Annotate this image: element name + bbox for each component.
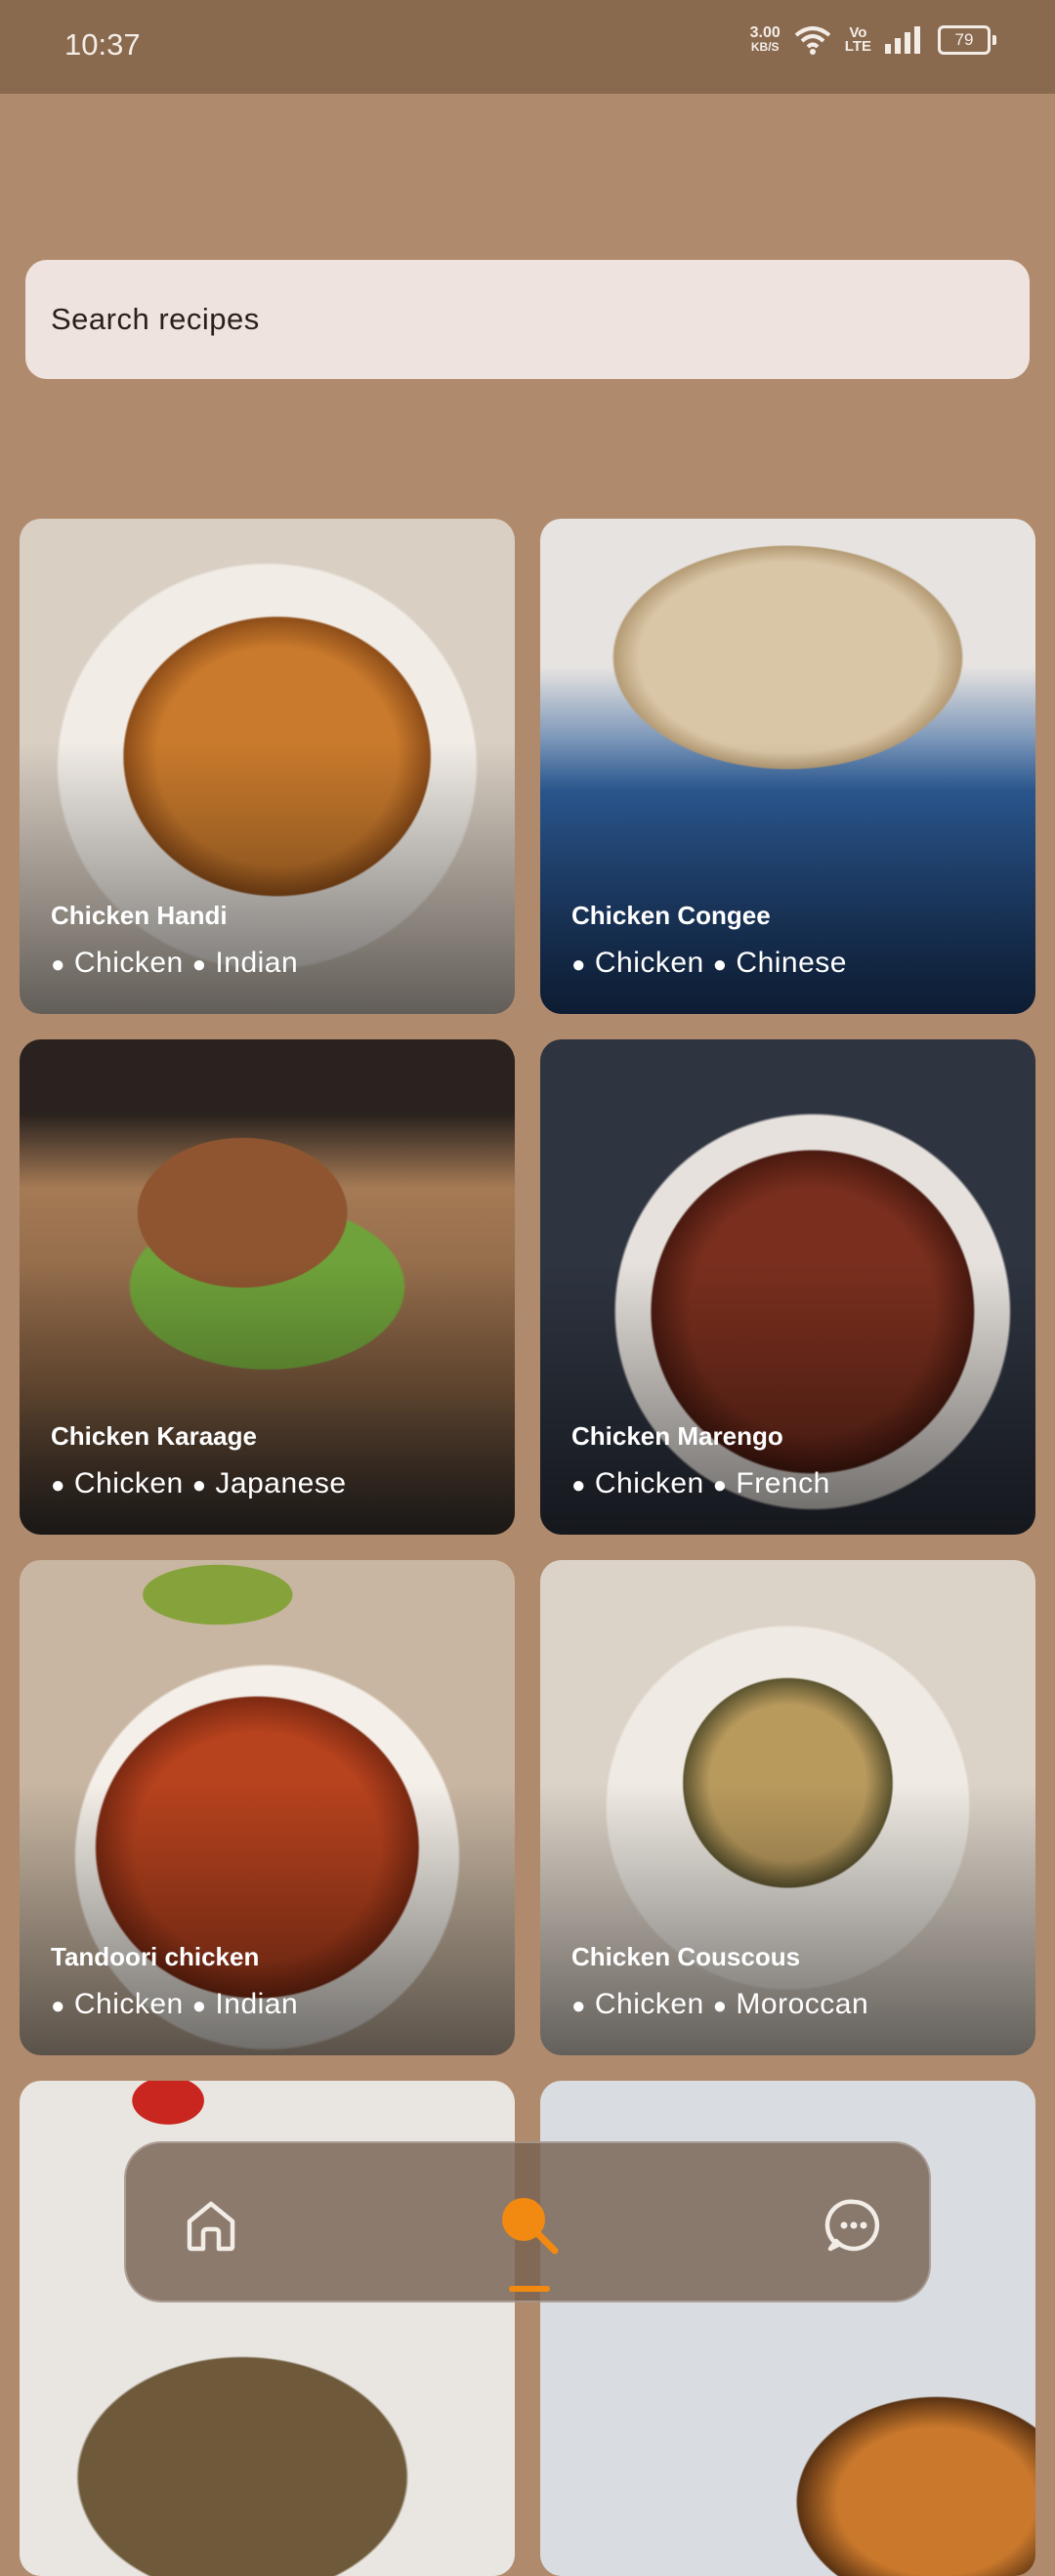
bottom-navigation xyxy=(124,2141,931,2302)
recipe-tags: ● Chicken ● Moroccan xyxy=(571,1988,868,2021)
bullet-icon: ● xyxy=(51,951,65,978)
recipe-tag: Moroccan xyxy=(736,1988,869,2020)
recipe-card-chicken-marengo[interactable]: Chicken Marengo ● Chicken ● French xyxy=(540,1039,1035,1535)
bullet-icon: ● xyxy=(51,1993,65,2019)
recipe-tag: Indian xyxy=(215,1988,299,2020)
network-speed-value: 3.00 xyxy=(749,24,781,41)
recipe-tag: Indian xyxy=(215,947,299,979)
recipe-tag: Chicken xyxy=(73,947,184,979)
status-bar: 10:37 3.00 KB/S Vo LTE 79 xyxy=(0,0,1055,94)
bullet-icon: ● xyxy=(191,951,207,978)
search-placeholder: Search recipes xyxy=(51,302,260,336)
recipe-title: Chicken Couscous xyxy=(571,1942,801,1971)
status-time: 10:37 xyxy=(64,27,141,62)
recipe-tags: ● Chicken ● French xyxy=(571,1467,830,1500)
wifi-icon xyxy=(794,26,831,55)
bullet-icon: ● xyxy=(571,951,586,978)
recipe-tag: Chicken xyxy=(594,1988,704,2020)
bullet-icon: ● xyxy=(51,1472,65,1499)
chat-icon[interactable] xyxy=(823,2194,885,2257)
recipe-card-chicken-karaage[interactable]: Chicken Karaage ● Chicken ● Japanese xyxy=(20,1039,515,1535)
bullet-icon: ● xyxy=(571,1472,586,1499)
network-speed: 3.00 KB/S xyxy=(750,25,781,55)
recipe-tags: ● Chicken ● Chinese xyxy=(571,947,847,980)
recipe-card-tandoori-chicken[interactable]: Tandoori chicken ● Chicken ● Indian xyxy=(20,1560,515,2055)
recipe-tag: Chicken xyxy=(594,947,704,979)
recipe-title: Chicken Congee xyxy=(571,901,771,930)
battery-icon: 79 xyxy=(938,25,996,55)
active-tab-indicator xyxy=(509,2286,550,2292)
recipe-card-chicken-handi[interactable]: Chicken Handi ● Chicken ● Indian xyxy=(20,519,515,1014)
recipe-title: Chicken Handi xyxy=(51,901,228,930)
recipe-tag: Japanese xyxy=(215,1467,347,1499)
recipe-tag: Chinese xyxy=(736,947,847,979)
recipe-tags: ● Chicken ● Indian xyxy=(51,1988,298,2021)
recipe-tags: ● Chicken ● Japanese xyxy=(51,1467,347,1500)
volte-bottom: LTE xyxy=(844,38,871,55)
recipe-card-chicken-couscous[interactable]: Chicken Couscous ● Chicken ● Moroccan xyxy=(540,1560,1035,2055)
status-icons: 3.00 KB/S Vo LTE 79 xyxy=(750,25,996,55)
recipe-tag: French xyxy=(736,1467,830,1499)
recipe-title: Tandoori chicken xyxy=(51,1942,260,1971)
bullet-icon: ● xyxy=(191,1993,207,2019)
home-icon[interactable] xyxy=(180,2194,242,2257)
bullet-icon: ● xyxy=(712,1472,728,1499)
bullet-icon: ● xyxy=(712,1993,728,2019)
recipe-tag: Chicken xyxy=(73,1467,184,1499)
bullet-icon: ● xyxy=(571,1993,586,2019)
search-icon[interactable] xyxy=(498,2194,561,2257)
signal-icon xyxy=(885,26,920,54)
recipe-title: Chicken Marengo xyxy=(571,1421,783,1451)
volte-icon: Vo LTE xyxy=(844,25,871,55)
recipe-title: Chicken Karaage xyxy=(51,1421,257,1451)
bullet-icon: ● xyxy=(191,1472,207,1499)
bullet-icon: ● xyxy=(712,951,728,978)
recipe-tag: Chicken xyxy=(73,1988,184,2020)
recipe-card-chicken-congee[interactable]: Chicken Congee ● Chicken ● Chinese xyxy=(540,519,1035,1014)
network-speed-unit: KB/S xyxy=(750,40,780,54)
recipe-tag: Chicken xyxy=(594,1467,704,1499)
recipe-tags: ● Chicken ● Indian xyxy=(51,947,298,980)
search-input[interactable]: Search recipes xyxy=(25,260,1030,379)
